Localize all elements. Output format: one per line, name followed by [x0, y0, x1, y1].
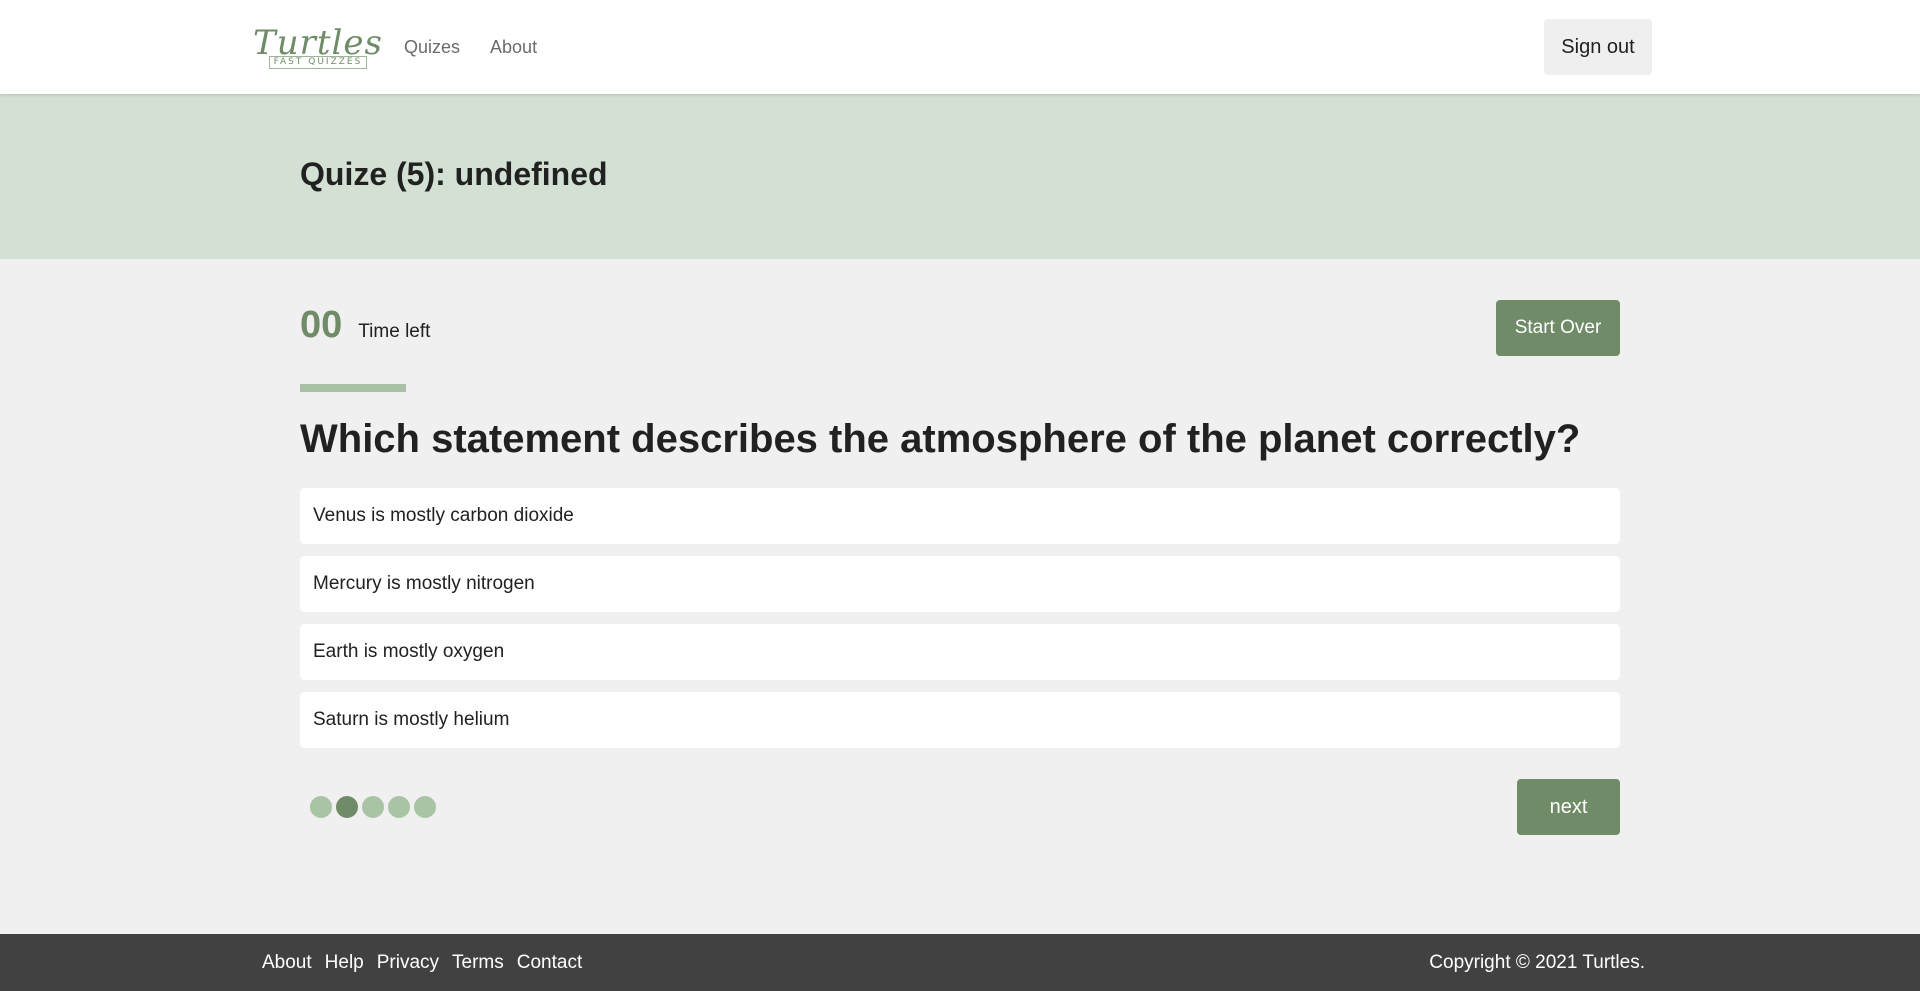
footer-link-privacy[interactable]: Privacy [377, 952, 439, 974]
question-text: Which statement describes the atmosphere… [300, 417, 1581, 461]
header-inner: Turtles FAST QUIZZES Quizes About Sign o… [253, 0, 1652, 94]
copyright-text: Copyright © 2021 Turtles. [1429, 951, 1645, 973]
footer-link-terms[interactable]: Terms [452, 952, 504, 974]
next-button[interactable]: next [1517, 779, 1620, 835]
answer-option[interactable]: Earth is mostly oxygen [300, 624, 1620, 680]
answer-option[interactable]: Saturn is mostly helium [300, 692, 1620, 748]
quiz-title: Quize (5): undefined [300, 156, 608, 192]
footer-links: About Help Privacy Terms Contact [262, 934, 595, 991]
question-dot[interactable] [310, 796, 332, 818]
logo-sub-text: FAST QUIZZES [268, 55, 368, 69]
answer-option[interactable]: Venus is mostly carbon dioxide [300, 488, 1620, 544]
timer-label: Time left [358, 321, 431, 342]
footer: About Help Privacy Terms Contact Copyrig… [0, 934, 1920, 991]
quiz-banner: Quize (5): undefined [0, 94, 1920, 259]
logo-main-text: Turtles [253, 22, 383, 63]
question-dot[interactable] [362, 796, 384, 818]
nav-link-quizes[interactable]: Quizes [404, 37, 460, 58]
start-over-button[interactable]: Start Over [1496, 300, 1620, 356]
timer-value: 00 [300, 304, 343, 346]
question-progress-dots [310, 796, 440, 818]
sign-out-button[interactable]: Sign out [1544, 19, 1652, 75]
time-progress-fill [300, 384, 406, 392]
nav-link-about[interactable]: About [490, 37, 537, 58]
answer-list: Venus is mostly carbon dioxide Mercury i… [300, 488, 1620, 760]
timer: 00 Time left [300, 304, 430, 347]
quiz-main: 00 Time left Start Over Which statement … [300, 259, 1620, 934]
question-dot[interactable] [388, 796, 410, 818]
time-progress-bar [300, 384, 1620, 392]
logo[interactable]: Turtles FAST QUIZZES [253, 26, 382, 69]
footer-link-contact[interactable]: Contact [517, 952, 582, 974]
answer-option[interactable]: Mercury is mostly nitrogen [300, 556, 1620, 612]
footer-link-about[interactable]: About [262, 952, 312, 974]
footer-link-help[interactable]: Help [325, 952, 364, 974]
header: Turtles FAST QUIZZES Quizes About Sign o… [0, 0, 1920, 94]
question-dot[interactable] [414, 796, 436, 818]
question-dot[interactable] [336, 796, 358, 818]
